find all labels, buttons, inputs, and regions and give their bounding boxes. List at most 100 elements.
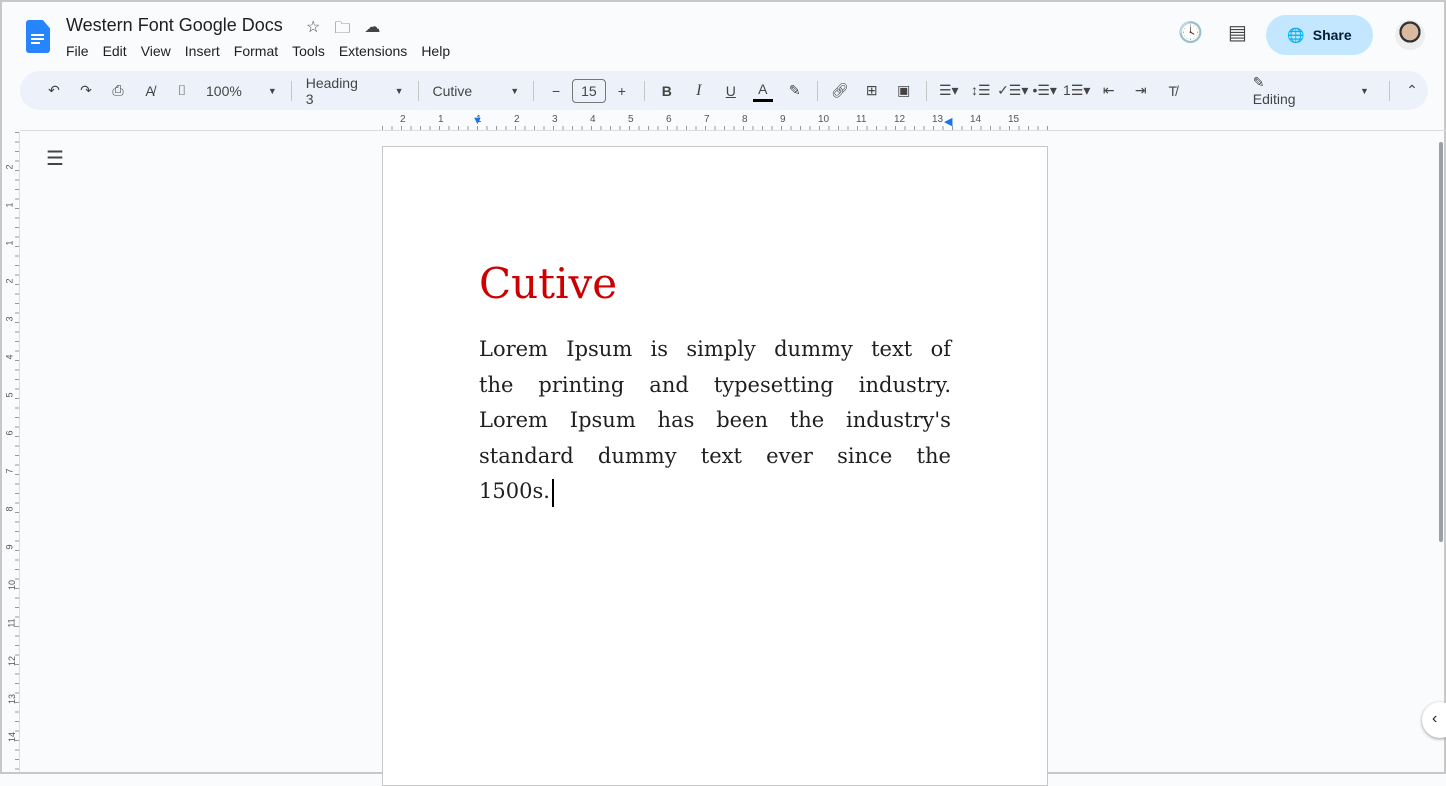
word: ever bbox=[766, 443, 813, 468]
text-color-icon[interactable]: A bbox=[752, 80, 773, 102]
divider bbox=[925, 80, 927, 101]
chevron-down-icon: ▼ bbox=[267, 85, 277, 96]
pencil-icon: ✎ bbox=[1252, 74, 1265, 90]
ruler-tick-label: 1 bbox=[4, 202, 15, 208]
editing-mode-select[interactable]: ✎ Editing ▼ bbox=[1245, 74, 1377, 107]
ruler-tick-label: 4 bbox=[4, 354, 15, 360]
decrease-font-size-icon[interactable]: − bbox=[540, 77, 572, 105]
text-line: standard dummy text ever since the bbox=[479, 444, 951, 480]
divider bbox=[533, 80, 535, 101]
ruler-tick-label: 14 bbox=[970, 114, 982, 125]
ruler-tick-label: 2 bbox=[4, 164, 15, 170]
insert-image-icon[interactable]: ▣ bbox=[888, 77, 920, 105]
ruler-tick-label: 7 bbox=[4, 468, 15, 474]
word: 1500s. bbox=[479, 479, 550, 503]
right-indent-marker[interactable]: ◀ bbox=[944, 115, 952, 128]
divider bbox=[290, 80, 292, 101]
word: typesetting bbox=[713, 372, 834, 397]
word: Lorem bbox=[479, 337, 548, 361]
document-outline-icon[interactable]: ☰ bbox=[46, 146, 64, 171]
paint-format-icon[interactable]: ⌷ bbox=[166, 77, 198, 105]
ruler-tick-label: 6 bbox=[4, 430, 15, 436]
print-icon[interactable]: ⎙ bbox=[102, 77, 134, 105]
menu-view[interactable]: View bbox=[141, 43, 171, 59]
ruler-tick-label: 10 bbox=[7, 579, 18, 591]
ruler-tick-label: 5 bbox=[628, 114, 634, 125]
document-title[interactable]: Western Font Google Docs bbox=[66, 15, 283, 36]
toolbar: ↶ ↷ ⎙ A̸ ⌷ 100% ▼ Heading 3 ▼ Cutive ▼ − 15… bbox=[20, 71, 1428, 110]
left-indent-marker[interactable]: ▼ bbox=[472, 115, 483, 127]
version-history-icon[interactable]: 🕓 bbox=[1178, 20, 1203, 45]
scrollbar[interactable] bbox=[1439, 142, 1443, 542]
menu-tools[interactable]: Tools bbox=[292, 43, 325, 59]
side-panel-toggle-icon[interactable]: ‹ bbox=[1422, 702, 1446, 738]
highlight-icon[interactable]: ✎ bbox=[779, 77, 811, 105]
word: Ipsum bbox=[569, 408, 636, 432]
spellcheck-icon[interactable]: A̸ bbox=[134, 77, 166, 105]
decrease-indent-icon[interactable]: ⇤ bbox=[1093, 77, 1125, 105]
document-body: Lorem Ipsum is simply dummy text of the printing… bbox=[479, 337, 951, 515]
word: industry. bbox=[858, 372, 951, 397]
ruler-tick-label: 10 bbox=[818, 114, 830, 125]
ruler-tick-label: 11 bbox=[6, 618, 17, 628]
text-line: 1500s. bbox=[479, 479, 951, 515]
cloud-saved-icon[interactable]: ☁ bbox=[364, 17, 380, 44]
divider bbox=[816, 80, 818, 101]
ruler-tick-label: 2 bbox=[4, 278, 15, 284]
word: and bbox=[649, 372, 689, 397]
ruler-tick-label: 5 bbox=[4, 392, 15, 398]
line-spacing-icon[interactable]: ↕☰ bbox=[965, 77, 997, 105]
menu-insert[interactable]: Insert bbox=[185, 43, 220, 59]
font-select[interactable]: Cutive ▼ bbox=[425, 77, 528, 105]
document-page[interactable]: Cutive Lorem Ipsum is simply dummy text of the p… bbox=[382, 146, 1048, 786]
zoom-select[interactable]: 100% ▼ bbox=[198, 77, 285, 105]
divider bbox=[417, 80, 419, 101]
star-icon[interactable]: ☆ bbox=[306, 17, 320, 44]
word: printing bbox=[538, 372, 625, 397]
bold-icon[interactable]: B bbox=[651, 77, 683, 105]
move-folder-icon[interactable]: 🗀 bbox=[334, 17, 350, 44]
ruler-tick-label: 12 bbox=[7, 655, 18, 667]
underline-icon[interactable]: U bbox=[715, 77, 747, 105]
style-select[interactable]: Heading 3 ▼ bbox=[298, 75, 412, 107]
link-icon[interactable]: 🔗︎ bbox=[824, 77, 856, 105]
numbered-list-icon[interactable]: 1☰▾ bbox=[1061, 77, 1093, 105]
font-size-input[interactable]: 15 bbox=[572, 78, 606, 103]
add-comment-icon[interactable]: ⊞ bbox=[856, 77, 888, 105]
word: text bbox=[871, 337, 913, 361]
word: industry's bbox=[846, 408, 951, 432]
undo-icon[interactable]: ↶ bbox=[38, 77, 70, 105]
chevron-down-icon: ▼ bbox=[394, 85, 404, 96]
ruler-tick-label: 14 bbox=[7, 731, 18, 743]
hide-menus-icon[interactable]: ⌃ bbox=[1396, 77, 1428, 105]
ruler-tick-label: 13 bbox=[932, 114, 944, 125]
checklist-icon[interactable]: ✓☰▾ bbox=[997, 77, 1029, 105]
docs-logo-icon[interactable] bbox=[26, 20, 50, 53]
menu-edit[interactable]: Edit bbox=[103, 43, 127, 59]
word: standard bbox=[479, 443, 574, 468]
bulleted-list-icon[interactable]: •☰▾ bbox=[1029, 77, 1061, 105]
italic-icon[interactable]: I bbox=[683, 77, 715, 105]
word: text bbox=[700, 443, 742, 468]
text-line: Lorem Ipsum has been the industry's bbox=[479, 408, 951, 444]
menu-format[interactable]: Format bbox=[234, 43, 278, 59]
align-icon[interactable]: ☰▾ bbox=[933, 77, 965, 105]
avatar[interactable] bbox=[1395, 20, 1425, 50]
increase-font-size-icon[interactable]: + bbox=[606, 77, 638, 105]
ruler-tick-label: 7 bbox=[704, 114, 710, 125]
menu-file[interactable]: File bbox=[66, 43, 89, 59]
increase-indent-icon[interactable]: ⇥ bbox=[1125, 77, 1157, 105]
menu-extensions[interactable]: Extensions bbox=[339, 43, 407, 59]
share-button[interactable]: 🌐 Share bbox=[1266, 15, 1373, 55]
word: Ipsum bbox=[566, 337, 633, 361]
vertical-ruler[interactable]: 2 1 1 2 3 4 5 6 7 8 9 10 11 12 13 14 bbox=[4, 132, 20, 772]
globe-icon: 🌐 bbox=[1287, 26, 1305, 43]
clear-formatting-icon[interactable]: T̸ bbox=[1157, 77, 1189, 105]
redo-icon[interactable]: ↷ bbox=[70, 77, 102, 105]
ruler-tick-label: 3 bbox=[4, 316, 15, 322]
ruler-tick-label: 6 bbox=[666, 114, 672, 125]
ruler-tick-label: 8 bbox=[742, 114, 748, 125]
ruler-tick-label: 11 bbox=[856, 114, 867, 125]
menu-help[interactable]: Help bbox=[421, 43, 450, 59]
comments-icon[interactable]: ▤ bbox=[1228, 20, 1247, 45]
